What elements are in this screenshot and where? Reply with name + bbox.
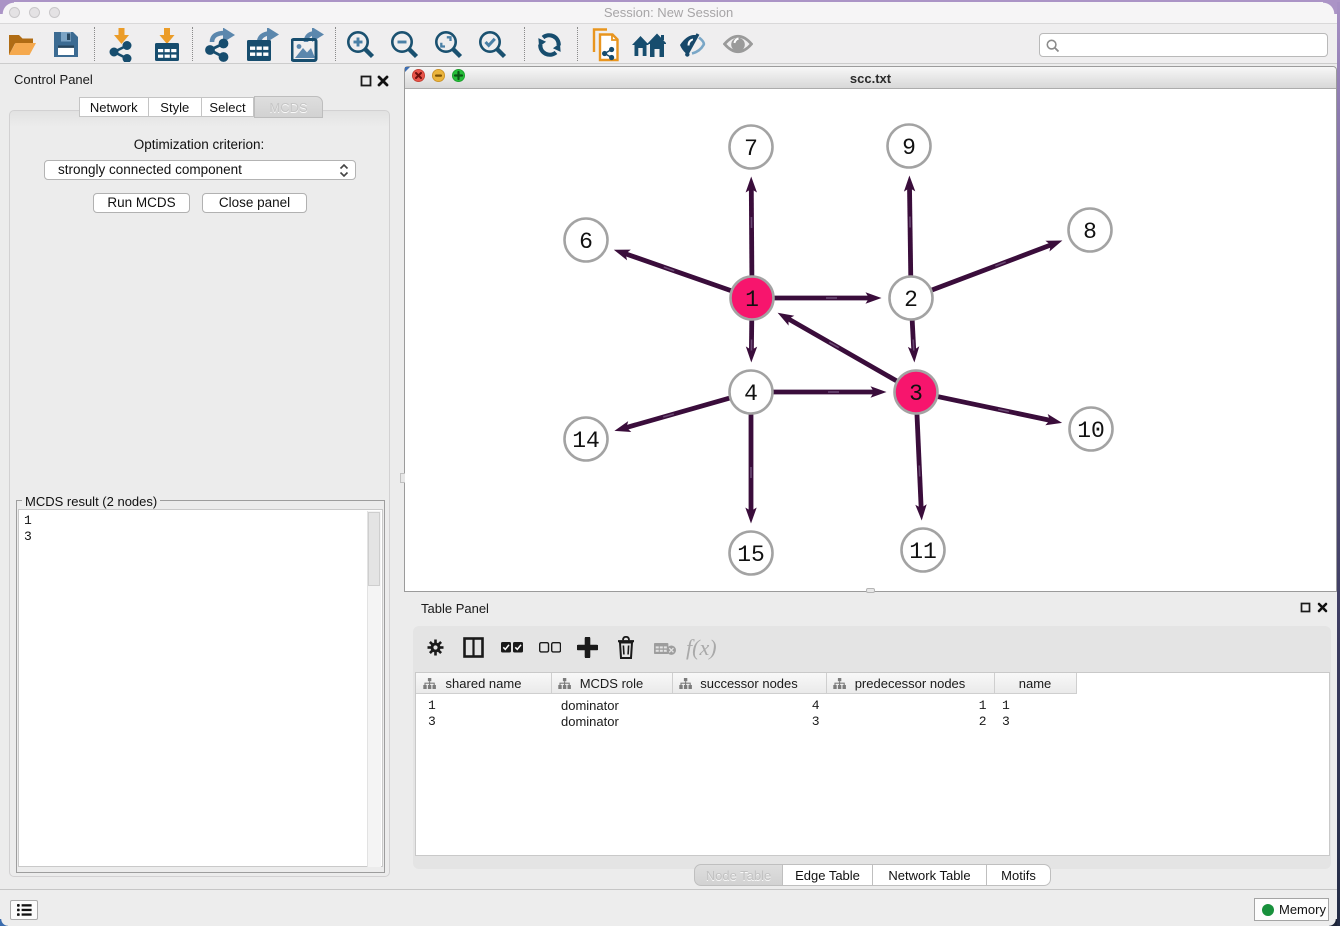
- svg-text:6: 6: [579, 229, 593, 255]
- svg-text:10: 10: [1077, 418, 1105, 444]
- svg-text:9: 9: [902, 135, 916, 161]
- svg-text:7: 7: [744, 136, 758, 162]
- svg-text:2: 2: [904, 287, 918, 313]
- svg-text:8: 8: [1083, 219, 1097, 245]
- svg-text:3: 3: [909, 381, 923, 407]
- svg-text:4: 4: [744, 381, 758, 407]
- svg-text:1: 1: [745, 287, 759, 313]
- svg-text:15: 15: [737, 542, 765, 568]
- svg-text:11: 11: [909, 539, 937, 565]
- svg-text:14: 14: [572, 428, 600, 454]
